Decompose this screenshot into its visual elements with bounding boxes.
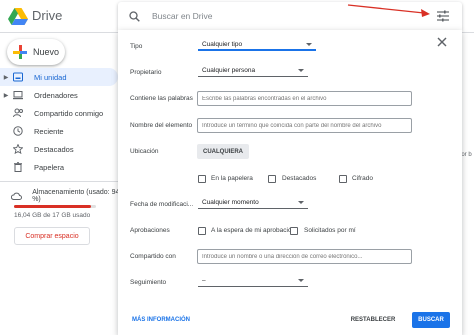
storage-label: Almacenamiento (usado: 94 %) (32, 189, 120, 203)
nav-list: ▶ Mi unidad ▶ Ordenadores Compartido con… (0, 68, 120, 245)
encrypted-label: Cifrado (352, 175, 373, 182)
close-icon[interactable] (436, 36, 448, 48)
drive-app: Drive Nuevo ▶ Mi unidad ▶ Ordenadores Co… (0, 0, 474, 335)
search-input[interactable] (152, 11, 412, 21)
clock-icon (12, 125, 24, 137)
contains-words-input[interactable] (197, 91, 412, 106)
shared-with-label: Compartido con (130, 253, 176, 260)
type-label: Tipo (130, 43, 143, 50)
storage-bar (14, 205, 96, 208)
follow-up-select-value: – (202, 277, 206, 284)
owner-select-value: Cualquier persona (202, 67, 256, 74)
sidebar-item-label: Compartido conmigo (34, 108, 104, 118)
caret-right-icon[interactable]: ▶ (2, 92, 10, 99)
sidebar-item-label: Papelera (34, 162, 65, 172)
owner-label: Propietario (130, 69, 162, 76)
sidebar-item-starred[interactable]: Destacados (0, 140, 120, 158)
shared-icon (12, 107, 24, 119)
my-drive-icon (12, 71, 24, 83)
location-label: Ubicación (130, 148, 159, 155)
search-icon[interactable] (128, 10, 140, 22)
background-text-fragment: ior b (460, 152, 472, 158)
item-name-label: Nombre del elemento (130, 122, 193, 129)
contains-words-label: Contiene las palabras (130, 95, 193, 102)
awaiting-approval-label: A la espera de mi aprobación (211, 227, 296, 234)
search-bar (118, 2, 462, 30)
follow-up-select[interactable]: – (198, 275, 308, 287)
owner-select[interactable]: Cualquier persona (198, 65, 308, 77)
requested-by-me-label: Solicitados por mí (304, 227, 356, 234)
new-button[interactable]: Nuevo (7, 39, 65, 65)
drive-logo-icon[interactable] (8, 8, 28, 25)
sidebar-item-shared[interactable]: Compartido conmigo (0, 104, 120, 122)
type-select[interactable]: Cualquier tipo (198, 39, 316, 51)
advanced-search-panel: Tipo Cualquier tipo Propietario Cualquie… (118, 30, 462, 335)
modified-date-select-value: Cualquier momento (202, 199, 259, 206)
cloud-icon (11, 190, 23, 202)
sidebar-item-computers[interactable]: ▶ Ordenadores (0, 86, 120, 104)
chevron-down-icon (298, 279, 304, 282)
more-info-link[interactable]: MÁS INFORMACIÓN (132, 317, 190, 323)
starred-checkbox[interactable] (268, 175, 276, 183)
sidebar-item-trash[interactable]: Papelera (0, 158, 120, 176)
sidebar-divider (0, 181, 118, 182)
new-button-label: Nuevo (33, 47, 60, 57)
chevron-down-icon (298, 69, 304, 72)
chevron-down-icon (306, 43, 312, 46)
item-name-input[interactable] (197, 118, 412, 133)
modified-date-select[interactable]: Cualquier momento (198, 197, 308, 209)
app-title: Drive (32, 8, 63, 23)
requested-by-me-checkbox[interactable] (290, 227, 298, 235)
sidebar-item-my-drive[interactable]: ▶ Mi unidad (0, 68, 118, 86)
storage-usage-text: 16,04 GB de 17 GB usado (14, 212, 91, 219)
follow-up-label: Seguimiento (130, 279, 167, 286)
star-icon (12, 143, 24, 155)
awaiting-approval-checkbox[interactable] (198, 227, 206, 235)
type-select-value: Cualquier tipo (202, 41, 243, 48)
storage-row[interactable]: Almacenamiento (usado: 94 %) (0, 187, 120, 205)
reset-button[interactable]: RESTABLECER (348, 312, 398, 328)
search-button[interactable]: BUSCAR (412, 312, 450, 328)
computers-icon (12, 89, 24, 101)
sidebar-item-label: Ordenadores (34, 90, 78, 100)
starred-label: Destacados (282, 175, 317, 182)
sidebar: Nuevo ▶ Mi unidad ▶ Ordenadores Comparti… (0, 34, 120, 335)
sidebar-item-label: Destacados (34, 144, 74, 154)
encrypted-checkbox[interactable] (339, 175, 347, 183)
approvals-label: Aprobaciones (130, 227, 170, 234)
in-trash-checkbox[interactable] (198, 175, 206, 183)
modified-date-label: Fecha de modificaci... (130, 201, 194, 208)
sidebar-item-label: Mi unidad (34, 72, 67, 82)
sidebar-item-label: Reciente (34, 126, 64, 136)
location-any-button[interactable]: CUALQUIERA (197, 144, 249, 159)
buy-storage-button[interactable]: Comprar espacio (14, 227, 90, 245)
caret-right-icon[interactable]: ▶ (2, 74, 10, 81)
chevron-down-icon (298, 201, 304, 204)
trash-icon (12, 161, 24, 173)
storage-bar-fill (14, 205, 92, 208)
search-options-icon[interactable] (436, 10, 450, 22)
in-trash-label: En la papelera (211, 175, 253, 182)
sidebar-item-recent[interactable]: Reciente (0, 122, 120, 140)
plus-icon (13, 45, 27, 59)
shared-with-input[interactable] (197, 249, 412, 264)
